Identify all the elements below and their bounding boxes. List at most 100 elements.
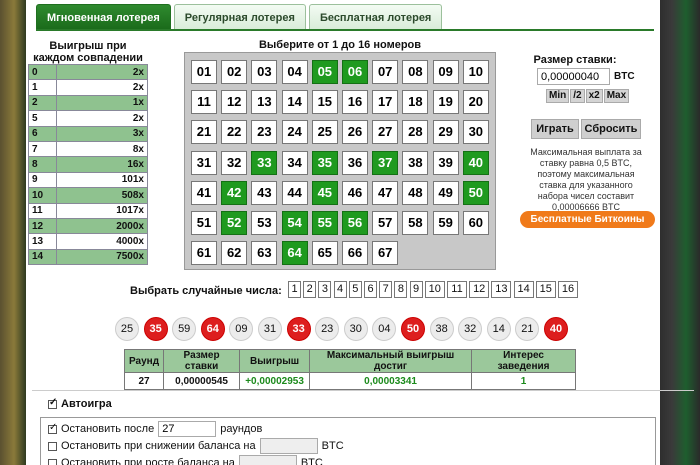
number-cell[interactable]: 14 xyxy=(281,90,308,115)
number-cell[interactable]: 01 xyxy=(191,60,217,84)
reset-button[interactable]: Сбросить xyxy=(581,119,641,139)
stop-increase-checkbox[interactable] xyxy=(48,458,57,465)
number-cell[interactable]: 35 xyxy=(311,150,338,175)
number-cell[interactable]: 55 xyxy=(311,211,338,235)
number-cell[interactable]: 42 xyxy=(221,180,248,205)
stop-increase-input[interactable] xyxy=(238,455,297,465)
number-cell[interactable]: 26 xyxy=(342,120,368,145)
number-cell[interactable]: 11 xyxy=(191,90,217,115)
number-cell[interactable]: 32 xyxy=(221,150,248,175)
number-cell[interactable]: 33 xyxy=(251,150,278,175)
number-cell[interactable]: 39 xyxy=(432,150,459,175)
random-count-option[interactable]: 12 xyxy=(469,281,490,298)
bet-max-button[interactable]: Max xyxy=(603,89,630,103)
number-cell[interactable]: 67 xyxy=(372,241,399,266)
number-cell[interactable]: 36 xyxy=(342,150,368,175)
number-cell[interactable]: 23 xyxy=(251,120,278,145)
number-cell[interactable]: 17 xyxy=(372,90,399,115)
number-cell[interactable]: 38 xyxy=(402,150,429,175)
number-cell[interactable]: 49 xyxy=(432,180,459,205)
bet-min-button[interactable]: Min xyxy=(546,89,570,103)
number-cell[interactable]: 27 xyxy=(372,120,399,145)
number-cell[interactable]: 04 xyxy=(281,60,308,84)
play-button[interactable]: Играть xyxy=(531,119,579,139)
stop-decrease-checkbox[interactable] xyxy=(48,441,57,451)
number-cell[interactable]: 40 xyxy=(462,150,489,175)
number-cell[interactable]: 25 xyxy=(311,120,338,145)
number-cell[interactable]: 64 xyxy=(281,241,308,266)
random-count-option[interactable]: 13 xyxy=(491,281,512,298)
number-cell[interactable]: 59 xyxy=(432,211,459,235)
number-cell[interactable]: 24 xyxy=(281,120,308,145)
number-cell[interactable]: 15 xyxy=(311,90,338,115)
random-count-option[interactable]: 1 xyxy=(288,281,301,298)
number-cell[interactable]: 63 xyxy=(251,241,278,266)
number-cell[interactable]: 47 xyxy=(372,180,399,205)
random-count-option[interactable]: 10 xyxy=(424,281,445,298)
number-cell[interactable]: 60 xyxy=(462,211,489,235)
number-cell[interactable]: 41 xyxy=(191,180,217,205)
bet-double-button[interactable]: x2 xyxy=(585,89,603,103)
number-cell[interactable]: 45 xyxy=(311,180,338,205)
random-count-option[interactable]: 6 xyxy=(364,281,377,298)
number-cell[interactable]: 29 xyxy=(432,120,459,145)
number-cell[interactable]: 21 xyxy=(191,120,217,145)
random-count-option[interactable]: 5 xyxy=(348,281,362,298)
number-cell[interactable]: 53 xyxy=(251,211,278,235)
number-cell[interactable]: 20 xyxy=(462,90,489,115)
random-count-option[interactable]: 9 xyxy=(409,281,423,298)
number-cell[interactable]: 06 xyxy=(342,60,368,84)
random-count-option[interactable]: 14 xyxy=(513,281,534,298)
number-cell[interactable]: 10 xyxy=(462,60,489,84)
number-cell[interactable]: 51 xyxy=(191,211,217,235)
number-cell[interactable]: 57 xyxy=(372,211,399,235)
number-cell[interactable]: 18 xyxy=(402,90,429,115)
stop-decrease-input[interactable] xyxy=(259,438,318,454)
random-count-option[interactable]: 4 xyxy=(333,281,347,298)
number-cell[interactable]: 62 xyxy=(221,241,248,266)
tab-instant-lottery[interactable]: Мгновенная лотерея xyxy=(36,4,171,30)
random-count-option[interactable]: 15 xyxy=(535,281,556,298)
number-cell[interactable]: 52 xyxy=(221,211,248,235)
number-cell[interactable]: 19 xyxy=(432,90,459,115)
number-cell[interactable]: 48 xyxy=(402,180,429,205)
random-count-option[interactable]: 16 xyxy=(558,281,578,298)
free-bitcoins-button[interactable]: Бесплатные Биткоины xyxy=(520,211,655,228)
tab-free-lottery[interactable]: Бесплатная лотерея xyxy=(308,4,443,30)
number-cell[interactable]: 16 xyxy=(342,90,368,115)
number-cell[interactable]: 44 xyxy=(281,180,308,205)
number-cell[interactable]: 13 xyxy=(251,90,278,115)
number-cell[interactable]: 03 xyxy=(251,60,278,84)
random-count-option[interactable]: 11 xyxy=(447,281,467,298)
number-cell[interactable]: 43 xyxy=(251,180,278,205)
stop-after-input[interactable] xyxy=(158,421,217,437)
number-cell[interactable]: 30 xyxy=(462,120,489,145)
number-cell[interactable]: 65 xyxy=(311,241,338,266)
number-cell[interactable]: 28 xyxy=(402,120,429,145)
number-cell[interactable]: 34 xyxy=(281,150,308,175)
number-cell[interactable]: 07 xyxy=(372,60,399,84)
number-cell[interactable]: 61 xyxy=(191,241,217,266)
random-count-option[interactable]: 7 xyxy=(379,281,393,298)
bet-input[interactable] xyxy=(537,68,610,85)
number-cell[interactable]: 31 xyxy=(191,150,217,175)
number-cell[interactable]: 46 xyxy=(342,180,368,205)
tab-regular-lottery[interactable]: Регулярная лотерея xyxy=(173,4,306,30)
random-count-option[interactable]: 8 xyxy=(394,281,408,298)
number-cell[interactable]: 02 xyxy=(221,60,248,84)
stop-after-checkbox[interactable] xyxy=(48,422,57,434)
number-cell[interactable]: 58 xyxy=(402,211,429,235)
random-count-option[interactable]: 3 xyxy=(318,281,332,298)
number-cell[interactable]: 09 xyxy=(432,60,459,84)
random-count-option[interactable]: 2 xyxy=(303,281,317,298)
number-cell[interactable]: 22 xyxy=(221,120,248,145)
number-cell[interactable]: 66 xyxy=(342,241,368,266)
number-cell[interactable]: 08 xyxy=(402,60,429,84)
autoplay-checkbox[interactable] xyxy=(48,397,57,409)
number-cell[interactable]: 56 xyxy=(342,211,368,235)
number-cell[interactable]: 54 xyxy=(281,211,308,235)
number-cell[interactable]: 37 xyxy=(372,150,399,175)
bet-half-button[interactable]: /2 xyxy=(570,89,585,103)
number-cell[interactable]: 50 xyxy=(462,180,489,205)
number-cell[interactable]: 05 xyxy=(311,60,338,84)
